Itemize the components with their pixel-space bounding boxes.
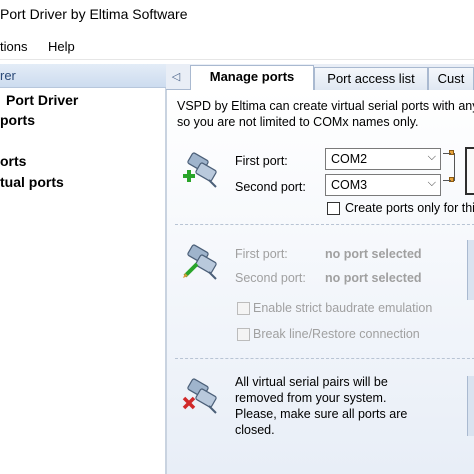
description-line-1: VSPD by Eltima can create virtual serial…: [177, 99, 474, 113]
create-only-checkbox[interactable]: [327, 202, 340, 215]
delete-message-line-3: Please, make sure all ports are: [235, 407, 408, 421]
description-line-2: so you are not limited to COMx names onl…: [177, 115, 419, 129]
manage-ports-panel: VSPD by Eltima can create virtual serial…: [166, 90, 474, 474]
tree-item-root[interactable]: Port Driver: [6, 92, 78, 108]
tab-custom[interactable]: Cust: [428, 67, 474, 91]
chevron-down-icon: ⌵: [427, 151, 436, 163]
tab-port-access-list[interactable]: Port access list: [314, 67, 428, 91]
port-delete-icon: [182, 378, 217, 414]
tab-manage-ports[interactable]: Manage ports: [190, 65, 314, 91]
second-port-label: Second port:: [235, 180, 306, 194]
tree-item-physical-ports[interactable]: orts: [0, 153, 26, 169]
tree-item-ports[interactable]: ports: [0, 112, 35, 128]
chevron-left-icon[interactable]: ◁: [166, 64, 186, 90]
connector-line: [454, 153, 455, 181]
edit-second-port-label: Second port:: [235, 271, 306, 285]
menu-bar: tions Help: [0, 32, 474, 60]
edit-second-port-value: no port selected: [325, 271, 422, 285]
port-edit-icon: [183, 244, 217, 280]
add-pair-button[interactable]: [465, 147, 474, 195]
title-bar: Port Driver by Eltima Software: [0, 0, 474, 32]
port-add-icon: [183, 152, 217, 188]
first-port-value: COM2: [331, 152, 368, 166]
section-divider: [175, 358, 474, 359]
tab-strip: ◁ Manage ports Port access list Cust: [166, 64, 474, 91]
section-divider: [175, 224, 474, 225]
description-text: VSPD by Eltima can create virtual serial…: [177, 98, 474, 130]
edit-first-port-label: First port:: [235, 247, 288, 261]
menu-item-help[interactable]: Help: [48, 39, 75, 54]
delete-all-button[interactable]: [467, 376, 474, 436]
create-only-label: Create ports only for thi: [345, 201, 474, 215]
break-line-checkbox[interactable]: [237, 328, 250, 341]
second-port-value: COM3: [331, 178, 368, 192]
edit-pair-button[interactable]: [467, 240, 474, 300]
first-port-label: First port:: [235, 154, 288, 168]
chevron-down-icon: ⌵: [427, 177, 436, 189]
left-pane-header: rer: [0, 64, 166, 88]
delete-message-line-4: closed.: [235, 423, 275, 437]
delete-message-line-2: removed from your system.: [235, 391, 387, 405]
tree-item-virtual-ports[interactable]: tual ports: [0, 174, 64, 190]
menu-item-options[interactable]: tions: [0, 39, 27, 54]
strict-baudrate-checkbox[interactable]: [237, 302, 250, 315]
left-pane: rer Port Driver ports orts tual ports: [0, 64, 166, 474]
connector-line: [443, 153, 451, 154]
connector-line: [443, 180, 451, 181]
second-port-select[interactable]: COM3 ⌵: [325, 174, 441, 196]
delete-all-message: All virtual serial pairs will be removed…: [235, 374, 407, 438]
first-port-select[interactable]: COM2 ⌵: [325, 148, 441, 170]
left-pane-title: rer: [0, 68, 16, 83]
strict-baudrate-label: Enable strict baudrate emulation: [253, 301, 433, 315]
edit-first-port-value: no port selected: [325, 247, 422, 261]
right-pane: ◁ Manage ports Port access list Cust VSP…: [166, 64, 474, 474]
break-line-label: Break line/Restore connection: [253, 327, 420, 341]
window-title: Port Driver by Eltima Software: [0, 6, 188, 22]
delete-message-line-1: All virtual serial pairs will be: [235, 375, 388, 389]
